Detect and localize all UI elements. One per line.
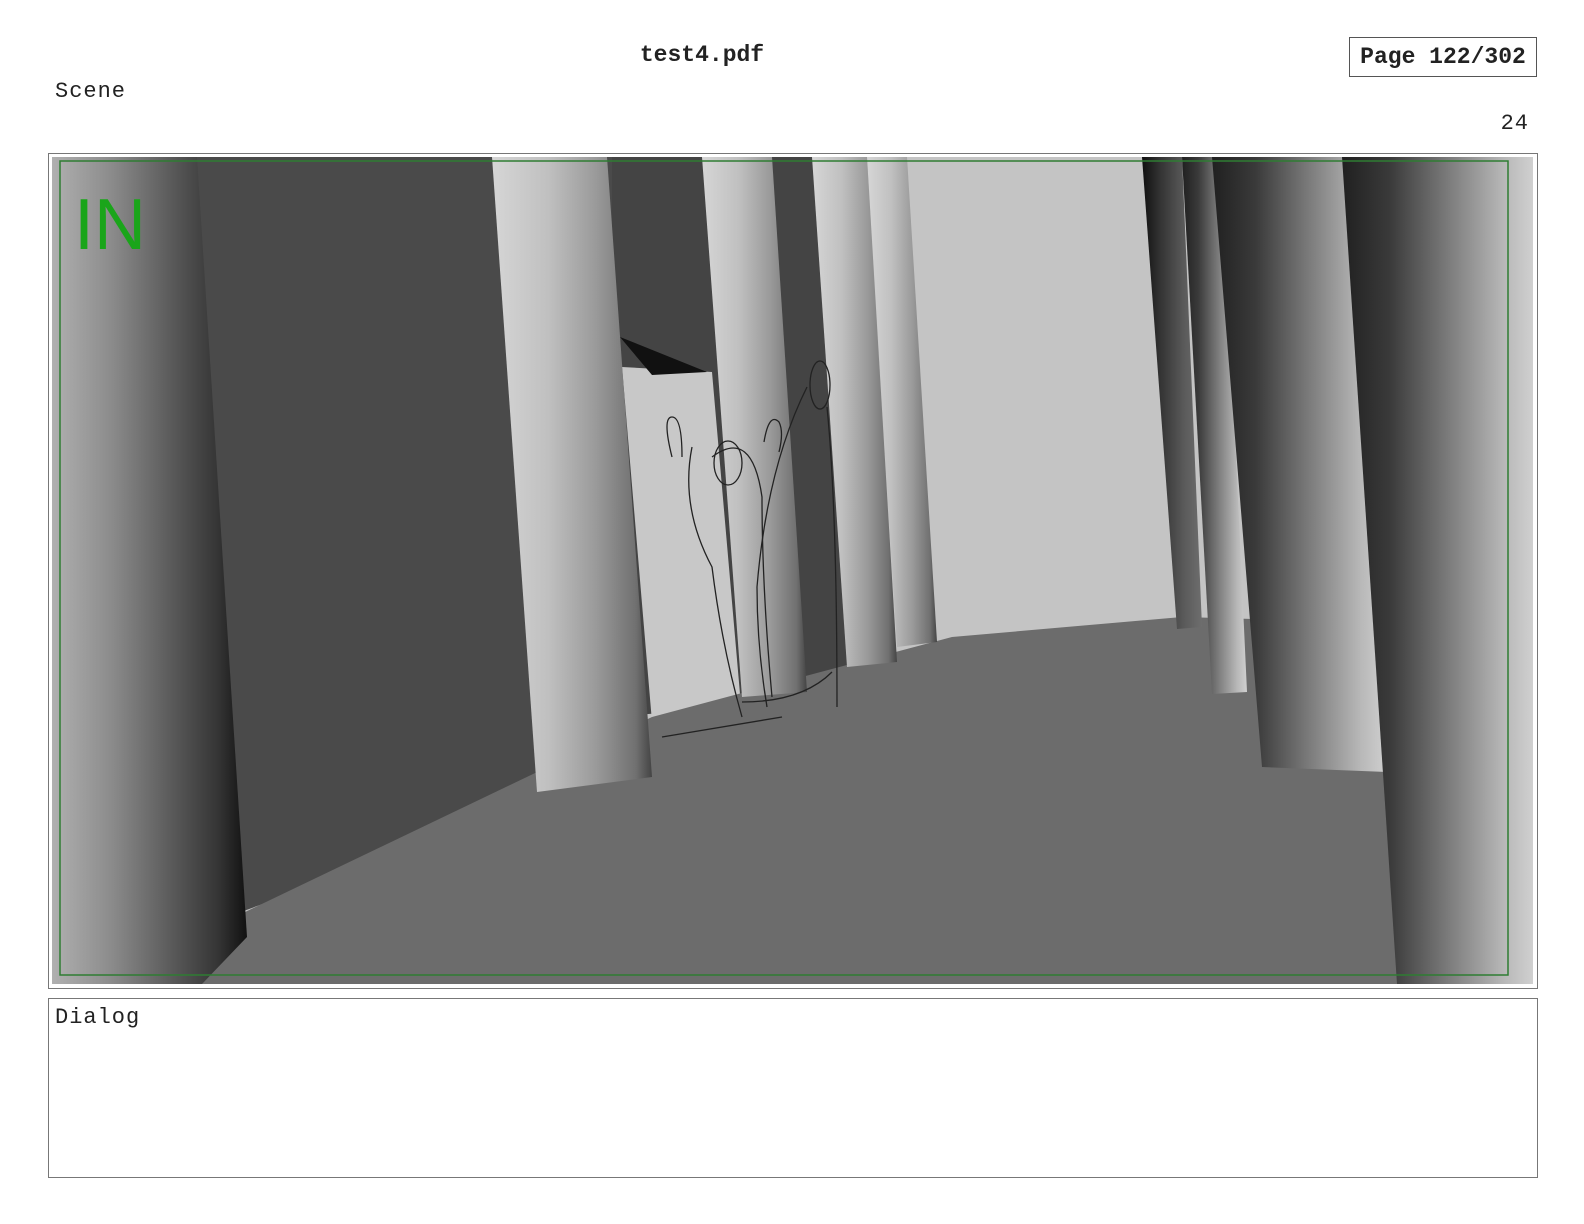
storyboard-image: IN — [52, 157, 1533, 984]
dialog-box: Dialog — [48, 998, 1538, 1178]
dialog-label: Dialog — [55, 1005, 141, 1030]
scene-label: Scene — [55, 79, 127, 104]
storyboard-frame: IN — [48, 153, 1538, 989]
page-indicator: Page 122/302 — [1349, 37, 1537, 77]
page-indicator-text: Page 122/302 — [1360, 44, 1526, 70]
frame-badge: IN — [74, 185, 146, 265]
panel-number: 24 — [1500, 111, 1529, 136]
document-title: test4.pdf — [639, 42, 765, 68]
